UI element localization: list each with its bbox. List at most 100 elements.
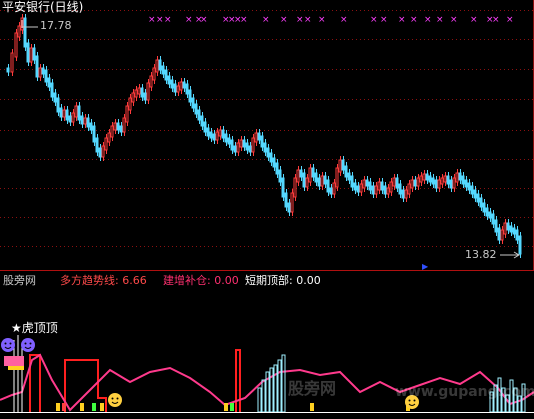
candle-body-77 [239, 139, 243, 148]
top-signal-block [4, 356, 24, 366]
candle-body-24 [80, 115, 84, 125]
candle-body-73 [227, 137, 231, 145]
candle-body-97 [299, 169, 303, 178]
candle-body-78 [242, 139, 246, 148]
candle-body-134 [410, 179, 414, 189]
signal-marker-16: × [370, 15, 378, 25]
indicator-histogram-bar-5 [277, 359, 282, 413]
candle-body-90 [278, 169, 282, 183]
indicator-oscillator-line [0, 353, 534, 412]
candle-body-65 [203, 121, 207, 133]
candle-body-48 [152, 67, 156, 81]
candle-body-91 [281, 177, 285, 198]
watermark-brand: 股旁网 [288, 379, 337, 398]
candle-body-148 [452, 177, 456, 189]
indicator-add-position-label: 建增补仓: [163, 274, 211, 287]
candle-body-158 [482, 202, 486, 213]
indicator-panel-name[interactable]: 股旁网 [3, 275, 36, 287]
indicator-short-top-label: 短期顶部: [245, 274, 293, 287]
smiley-icon-0 [108, 393, 122, 407]
signal-mark-1 [62, 403, 66, 411]
indicator-histogram-bar-0 [257, 387, 262, 413]
candle-body-102 [314, 172, 318, 183]
candle-body-101 [311, 167, 315, 178]
signal-marker-19: × [410, 15, 418, 25]
signal-marker-23: × [470, 15, 478, 25]
candle-body-166 [506, 222, 510, 231]
candle-body-155 [473, 189, 477, 199]
signal-marker-18: × [398, 15, 406, 25]
candle-body-6 [26, 42, 30, 63]
smiley-icon-2 [1, 338, 15, 352]
candle-body-66 [206, 127, 210, 137]
candle-body-13 [47, 77, 51, 88]
candle-body-10 [38, 67, 42, 78]
candle-body-63 [197, 109, 201, 121]
candle-body-146 [446, 175, 450, 185]
candle-body-145 [443, 175, 447, 183]
candle-body-143 [437, 179, 441, 189]
signal-marker-11: × [280, 15, 288, 25]
candle-body-72 [224, 133, 228, 143]
candle-body-138 [422, 173, 426, 181]
candle-body-38 [122, 117, 126, 133]
candle-body-116 [356, 185, 360, 193]
candle-body-25 [83, 117, 87, 125]
indicator-short-top-value: 0.00 [296, 274, 321, 287]
signal-mark-0 [56, 403, 60, 411]
signal-mark-3 [92, 403, 96, 411]
signal-marker-13: × [304, 15, 312, 25]
candle-body-133 [407, 183, 411, 195]
smiley-eye-left-3 [24, 342, 27, 345]
smiley-eye-right-3 [29, 342, 32, 345]
candle-body-85 [263, 142, 267, 153]
candle-body-119 [365, 179, 369, 187]
candle-body-112 [344, 165, 348, 178]
candle-body-124 [380, 181, 384, 191]
indicator-add-position: 建增补仓: 0.00 [163, 275, 239, 287]
scroll-indicator-icon: ▶ [422, 262, 429, 271]
candle-body-43 [137, 87, 141, 95]
candle-body-162 [494, 219, 498, 233]
smiley-icon-3 [21, 338, 35, 352]
candle-body-111 [341, 159, 345, 171]
candle-body-129 [395, 177, 399, 189]
candle-body-152 [464, 179, 468, 188]
candle-body-128 [392, 177, 396, 187]
signal-marker-0: × [148, 15, 156, 25]
indicator-histogram-bar-1 [261, 379, 266, 413]
signal-mark-2 [80, 403, 84, 411]
candle-body-46 [146, 82, 150, 101]
candle-body-142 [434, 179, 438, 189]
candle-body-31 [101, 145, 105, 158]
candle-body-156 [476, 193, 480, 203]
candle-body-113 [347, 172, 351, 181]
candle-body-89 [275, 162, 279, 175]
low-price-label: 13.82 [465, 248, 497, 261]
chart-canvas[interactable]: × × × × ×× ×××× × × × × × × × × × × × × × × ×× ×▶ [0, 0, 534, 419]
candle-body-29 [95, 137, 99, 153]
candle-body-165 [503, 222, 507, 235]
candle-body-86 [266, 147, 270, 158]
candle-body-96 [296, 169, 300, 183]
signal-marker-3: × [185, 15, 193, 25]
candle-body-23 [77, 105, 81, 121]
signal-marker-21: × [436, 15, 444, 25]
candle-body-83 [257, 132, 261, 141]
candle-body-15 [53, 92, 57, 103]
candle-body-169 [515, 229, 519, 241]
candle-body-76 [236, 142, 240, 153]
signal-mark-5 [224, 403, 228, 411]
candle-body-22 [74, 105, 78, 118]
signal-marker-12: × [296, 15, 304, 25]
candle-body-100 [308, 167, 312, 183]
candle-body-82 [254, 132, 258, 143]
candle-body-41 [131, 92, 135, 103]
candle-body-2 [14, 32, 18, 58]
signal-mark-4 [100, 403, 104, 411]
candle-body-39 [125, 105, 129, 123]
indicator-add-position-value: 0.00 [214, 274, 239, 287]
candle-body-35 [113, 122, 117, 131]
candle-body-168 [512, 227, 516, 235]
candle-body-60 [188, 89, 192, 103]
